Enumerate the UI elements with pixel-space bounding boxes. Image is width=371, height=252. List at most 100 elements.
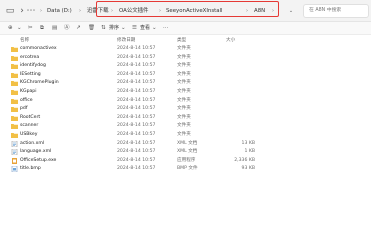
file-row[interactable]: IESetting 2024-8-14 10:57 文件夹 (0, 71, 371, 79)
column-header-date[interactable]: 修改日期 (117, 36, 135, 45)
file-name: office (20, 97, 33, 103)
file-type: 文件夹 (177, 63, 191, 69)
file-date: 2024-8-14 10:57 (117, 89, 156, 94)
file-type: 文件夹 (177, 123, 191, 129)
file-name: scanner (20, 123, 39, 129)
file-name: RootCert (20, 114, 41, 120)
file-date: 2024-8-14 10:57 (117, 54, 156, 60)
file-name: action.xml (20, 140, 45, 146)
file-name: commonactivex (20, 46, 57, 51)
delete-icon[interactable]: 🗑 (88, 24, 95, 33)
breadcrumb-drive[interactable]: Data (D:) (47, 2, 72, 20)
column-header-name[interactable]: 名称 (20, 36, 29, 45)
address-bar: ▭ › ⋯ › Data (D:) › 迅雷下载 › OA公文插件 › Seey… (0, 0, 371, 22)
exe-file-icon (12, 157, 17, 164)
file-type: 文件夹 (177, 89, 191, 94)
copy-icon[interactable]: ⧉ (40, 24, 44, 33)
chevron-down-icon[interactable]: ⌄ (121, 24, 126, 33)
file-type: XML 文档 (177, 149, 198, 155)
file-type: 文件夹 (177, 132, 191, 137)
file-date: 2024-8-14 10:57 (117, 140, 156, 146)
file-row[interactable]: identifydog 2024-8-14 10:57 文件夹 (0, 62, 371, 70)
file-row[interactable]: OfficeSetup.exe 2024-8-14 10:57 应用程序 2,336 … (0, 157, 371, 165)
file-row[interactable]: ercotrea 2024-8-14 10:57 文件夹 (0, 54, 371, 62)
file-name: USBkey (20, 132, 38, 137)
file-type: XML 文档 (177, 140, 198, 146)
folder-icon (11, 72, 18, 78)
more-icon[interactable]: ⋯ (25, 5, 37, 17)
file-name: pdf (20, 106, 28, 112)
folder-icon (11, 107, 18, 113)
file-type: 文件夹 (177, 106, 191, 112)
computer-icon[interactable]: ▭ (4, 5, 16, 17)
folder-icon (11, 55, 18, 61)
file-row[interactable]: KGpapi 2024-8-14 10:57 文件夹 (0, 88, 371, 96)
file-type: BMP 文件 (177, 166, 198, 172)
folder-icon (11, 64, 18, 70)
file-type: 文件夹 (177, 46, 191, 51)
file-row[interactable]: action.xml 2024-8-14 10:57 XML 文档 13 KB (0, 140, 371, 148)
file-type: 文件夹 (177, 97, 191, 103)
paste-icon[interactable]: ▤ (52, 24, 57, 33)
file-size: 2,336 KB (234, 157, 255, 163)
sort-button[interactable]: 排序 (109, 24, 119, 33)
more-icon[interactable]: ⋯ (163, 24, 169, 33)
rename-icon[interactable]: Ⓐ (64, 24, 70, 33)
view-button[interactable]: 查看 (140, 24, 150, 33)
share-icon[interactable]: ↗ (76, 24, 81, 33)
file-date: 2024-8-14 10:57 (117, 63, 156, 69)
file-row[interactable]: pdf 2024-8-14 10:57 文件夹 (0, 105, 371, 113)
file-row[interactable]: USBkey 2024-8-14 10:57 文件夹 (0, 131, 371, 139)
file-date: 2024-8-14 10:57 (117, 106, 156, 112)
file-type: 文件夹 (177, 114, 191, 120)
file-date: 2024-8-14 10:57 (117, 157, 156, 163)
file-name: ercotrea (20, 54, 40, 60)
highlight-box (96, 1, 279, 17)
file-row[interactable]: office 2024-8-14 10:57 文件夹 (0, 97, 371, 105)
file-type: 文件夹 (177, 54, 191, 60)
file-date: 2024-8-14 10:57 (117, 97, 156, 103)
xml-file-icon (11, 140, 18, 147)
file-row[interactable]: language.xml 2024-8-14 10:57 XML 文档 1 KB (0, 148, 371, 156)
folder-icon (11, 81, 18, 87)
file-row[interactable]: title.bmp 2024-8-14 10:57 BMP 文件 93 KB (0, 165, 371, 173)
cut-icon[interactable]: ✂ (28, 24, 33, 33)
file-date: 2024-8-14 10:57 (117, 114, 156, 120)
folder-icon (11, 90, 18, 95)
file-date: 2024-8-14 10:57 (117, 132, 156, 137)
file-date: 2024-8-14 10:57 (117, 166, 156, 172)
file-type: 文件夹 (177, 80, 191, 86)
file-name: identifydog (20, 63, 46, 69)
file-name: OfficeSetup.exe (20, 157, 57, 163)
file-size: 93 KB (241, 166, 255, 172)
file-name: KGpapi (20, 89, 37, 94)
file-date: 2024-8-14 10:57 (117, 149, 156, 155)
file-name: KGChromePlugin (20, 80, 59, 86)
file-name: IESetting (20, 71, 41, 77)
file-date: 2024-8-14 10:57 (117, 71, 156, 77)
search-input[interactable]: 在 A8N 中搜索 (303, 4, 369, 18)
sort-icon[interactable]: ⇅ (101, 24, 106, 33)
file-size: 13 KB (241, 140, 255, 146)
chevron-down-icon[interactable]: ⌄ (285, 3, 297, 19)
chevron-down-icon[interactable]: ⌄ (17, 24, 22, 33)
file-row[interactable]: KGChromePlugin 2024-8-14 10:57 文件夹 (0, 79, 371, 87)
xml-file-icon (11, 149, 18, 156)
chevron-right-icon: › (79, 8, 81, 14)
view-icon[interactable]: ☰ (132, 24, 137, 33)
folder-icon (11, 115, 18, 121)
file-name: language.xml (20, 149, 52, 155)
file-date: 2024-8-14 10:57 (117, 46, 156, 51)
file-date: 2024-8-14 10:57 (117, 123, 156, 129)
file-type: 文件夹 (177, 71, 191, 77)
file-row[interactable]: RootCert 2024-8-14 10:57 文件夹 (0, 114, 371, 122)
file-name: title.bmp (20, 166, 41, 172)
folder-icon (11, 47, 18, 52)
column-header-type[interactable]: 类型 (177, 36, 186, 45)
new-icon[interactable]: ⊕ (8, 24, 13, 33)
file-row[interactable]: scanner 2024-8-14 10:57 文件夹 (0, 122, 371, 130)
file-row[interactable]: commonactivex 2024-8-14 10:57 文件夹 (0, 45, 371, 53)
command-bar: ⊕ ⌄ ✂ ⧉ ▤ Ⓐ ↗ 🗑 ⇅ 排序 ⌄ ☰ 查看 ⌄ ⋯ (0, 22, 371, 35)
column-header-size[interactable]: 大小 (226, 36, 235, 45)
chevron-down-icon[interactable]: ⌄ (152, 24, 157, 33)
